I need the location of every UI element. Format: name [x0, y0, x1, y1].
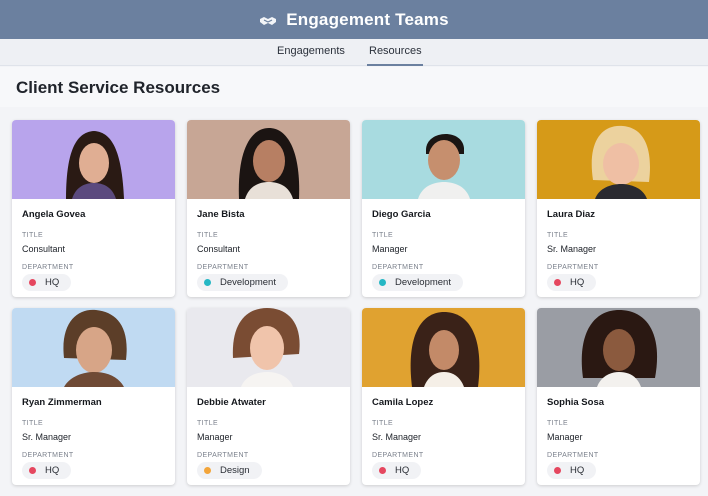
department-badge: Design — [197, 462, 262, 479]
avatar — [362, 120, 525, 199]
tab-bar: Engagements Resources — [0, 39, 708, 66]
department-badge: HQ — [22, 274, 72, 291]
department-name: HQ — [45, 277, 60, 288]
department-badge: HQ — [372, 462, 422, 479]
title-label: TITLE — [22, 232, 44, 239]
avatar — [537, 120, 700, 199]
department-label: DEPARTMENT — [197, 264, 249, 271]
page-title: Client Service Resources — [16, 78, 221, 97]
department-label: DEPARTMENT — [197, 452, 249, 459]
person-title: Manager — [197, 432, 233, 442]
person-name: Camila Lopez — [372, 397, 434, 408]
tab-engagements[interactable]: Engagements — [277, 45, 345, 57]
avatar — [187, 308, 350, 387]
department-label: DEPARTMENT — [372, 452, 424, 459]
person-name: Jane Bista — [197, 209, 245, 220]
status-dot-icon — [204, 279, 211, 286]
department-label: DEPARTMENT — [372, 264, 424, 271]
department-badge: Development — [197, 274, 288, 291]
resource-card[interactable]: Debbie Atwater TITLE Manager DEPARTMENT … — [187, 308, 350, 485]
resource-card[interactable]: Ryan Zimmerman TITLE Sr. Manager DEPARTM… — [12, 308, 175, 485]
department-name: Development — [220, 277, 276, 288]
department-badge: HQ — [22, 462, 72, 479]
avatar — [362, 308, 525, 387]
department-label: DEPARTMENT — [22, 264, 74, 271]
handshake-icon — [259, 14, 277, 26]
department-name: Design — [220, 465, 250, 476]
title-label: TITLE — [197, 232, 219, 239]
avatar — [537, 308, 700, 387]
person-title: Manager — [547, 432, 583, 442]
department-label: DEPARTMENT — [547, 452, 599, 459]
person-title: Manager — [372, 244, 408, 254]
person-title: Sr. Manager — [22, 432, 72, 442]
person-name: Ryan Zimmerman — [22, 397, 102, 408]
status-dot-icon — [379, 279, 386, 286]
app-header: Engagement Teams — [0, 0, 708, 39]
resource-card[interactable]: Angela Govea TITLE Consultant DEPARTMENT… — [12, 120, 175, 297]
status-dot-icon — [379, 467, 386, 474]
resource-card[interactable]: Sophia Sosa TITLE Manager DEPARTMENT HQ — [537, 308, 700, 485]
person-title: Consultant — [197, 244, 241, 254]
page-header: Client Service Resources — [0, 67, 708, 107]
department-label: DEPARTMENT — [547, 264, 599, 271]
active-tab-indicator — [367, 64, 423, 66]
department-name: HQ — [570, 465, 585, 476]
avatar — [12, 120, 175, 199]
department-label: DEPARTMENT — [22, 452, 74, 459]
title-label: TITLE — [372, 420, 394, 427]
department-name: HQ — [570, 277, 585, 288]
title-label: TITLE — [547, 420, 569, 427]
person-title: Sr. Manager — [372, 432, 422, 442]
person-name: Laura Diaz — [547, 209, 596, 220]
resource-card[interactable]: Diego Garcia TITLE Manager DEPARTMENT De… — [362, 120, 525, 297]
status-dot-icon — [29, 467, 36, 474]
department-badge: HQ — [547, 462, 597, 479]
avatar — [187, 120, 350, 199]
person-title: Sr. Manager — [547, 244, 597, 254]
person-name: Angela Govea — [22, 209, 86, 220]
department-name: Development — [395, 277, 451, 288]
app-title: Engagement Teams — [286, 9, 449, 29]
person-name: Debbie Atwater — [197, 397, 266, 408]
department-name: HQ — [395, 465, 410, 476]
department-badge: Development — [372, 274, 463, 291]
status-dot-icon — [554, 279, 561, 286]
tab-resources[interactable]: Resources — [369, 45, 422, 57]
status-dot-icon — [554, 467, 561, 474]
department-badge: HQ — [547, 274, 597, 291]
person-title: Consultant — [22, 244, 66, 254]
resource-card[interactable]: Jane Bista TITLE Consultant DEPARTMENT D… — [187, 120, 350, 297]
avatar — [12, 308, 175, 387]
title-label: TITLE — [22, 420, 44, 427]
status-dot-icon — [29, 279, 36, 286]
title-label: TITLE — [547, 232, 569, 239]
resource-card[interactable]: Camila Lopez TITLE Sr. Manager DEPARTMEN… — [362, 308, 525, 485]
department-name: HQ — [45, 465, 60, 476]
status-dot-icon — [204, 467, 211, 474]
resource-card[interactable]: Laura Diaz TITLE Sr. Manager DEPARTMENT … — [537, 120, 700, 297]
person-name: Diego Garcia — [372, 209, 431, 220]
person-name: Sophia Sosa — [547, 397, 605, 408]
title-label: TITLE — [197, 420, 219, 427]
title-label: TITLE — [372, 232, 394, 239]
